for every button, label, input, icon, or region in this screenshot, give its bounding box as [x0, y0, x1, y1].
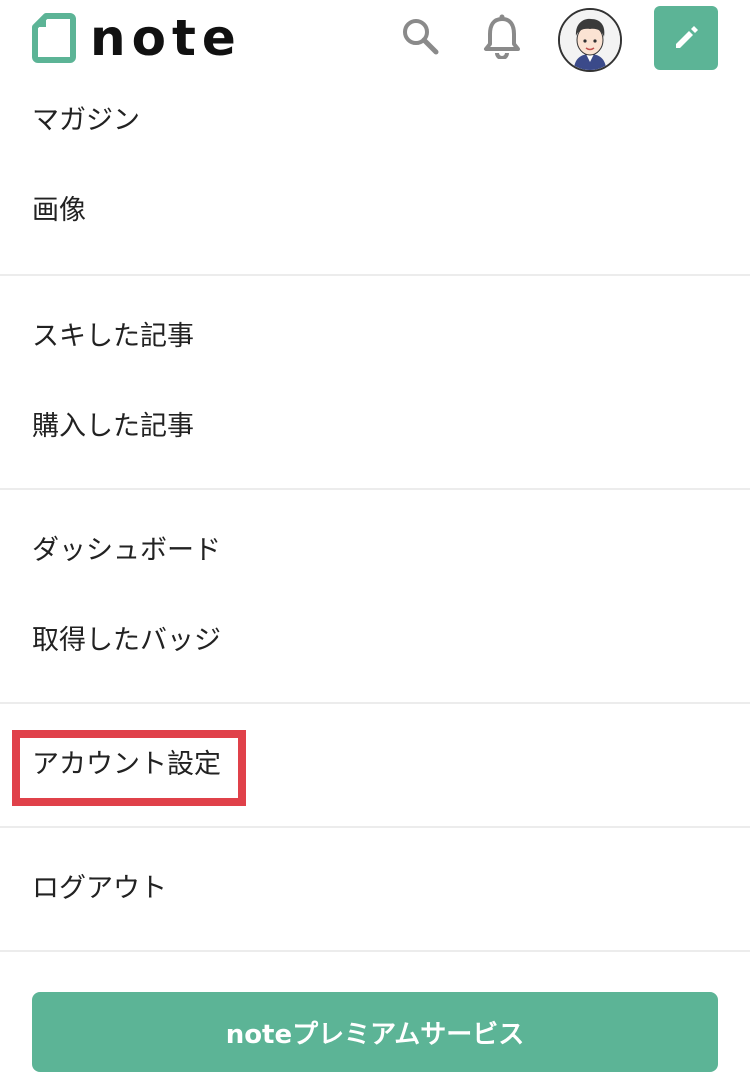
menu-group-account: アカウント設定 [0, 704, 750, 828]
logo-text: note [90, 9, 242, 67]
menu-item-magazine[interactable]: マガジン [0, 76, 750, 166]
avatar-illustration [560, 10, 620, 70]
menu-item-purchased-articles[interactable]: 購入した記事 [0, 382, 750, 472]
user-avatar[interactable] [558, 8, 622, 72]
search-icon [403, 19, 439, 55]
premium-service-button[interactable]: noteプレミアムサービス [32, 992, 718, 1072]
pencil-icon [676, 26, 698, 48]
header: note [0, 0, 750, 84]
search-button[interactable] [398, 14, 442, 58]
post-button[interactable] [654, 6, 718, 70]
notifications-button[interactable] [480, 14, 524, 59]
bell-icon [484, 14, 520, 59]
menu-group-content: マガジン 画像 [0, 76, 750, 276]
menu-item-logout[interactable]: ログアウト [0, 828, 750, 950]
menu-item-dashboard[interactable]: ダッシュボード [0, 506, 750, 596]
menu-item-liked-articles[interactable]: スキした記事 [0, 292, 750, 382]
menu-item-images[interactable]: 画像 [0, 166, 750, 256]
note-logo-icon [32, 13, 76, 63]
menu-group-logout: ログアウト [0, 828, 750, 952]
menu-group-stats: ダッシュボード 取得したバッジ [0, 490, 750, 704]
menu-group-articles: スキした記事 購入した記事 [0, 276, 750, 490]
page: note マガジン 画像 スキした記事 購入した記事 ダッシュボード 取得したバ… [0, 0, 750, 1086]
note-logo[interactable]: note [32, 12, 242, 64]
highlight-box [12, 730, 246, 806]
menu-item-badges[interactable]: 取得したバッジ [0, 596, 750, 686]
account-menu: マガジン 画像 スキした記事 購入した記事 ダッシュボード 取得したバッジ アカ… [0, 76, 750, 952]
